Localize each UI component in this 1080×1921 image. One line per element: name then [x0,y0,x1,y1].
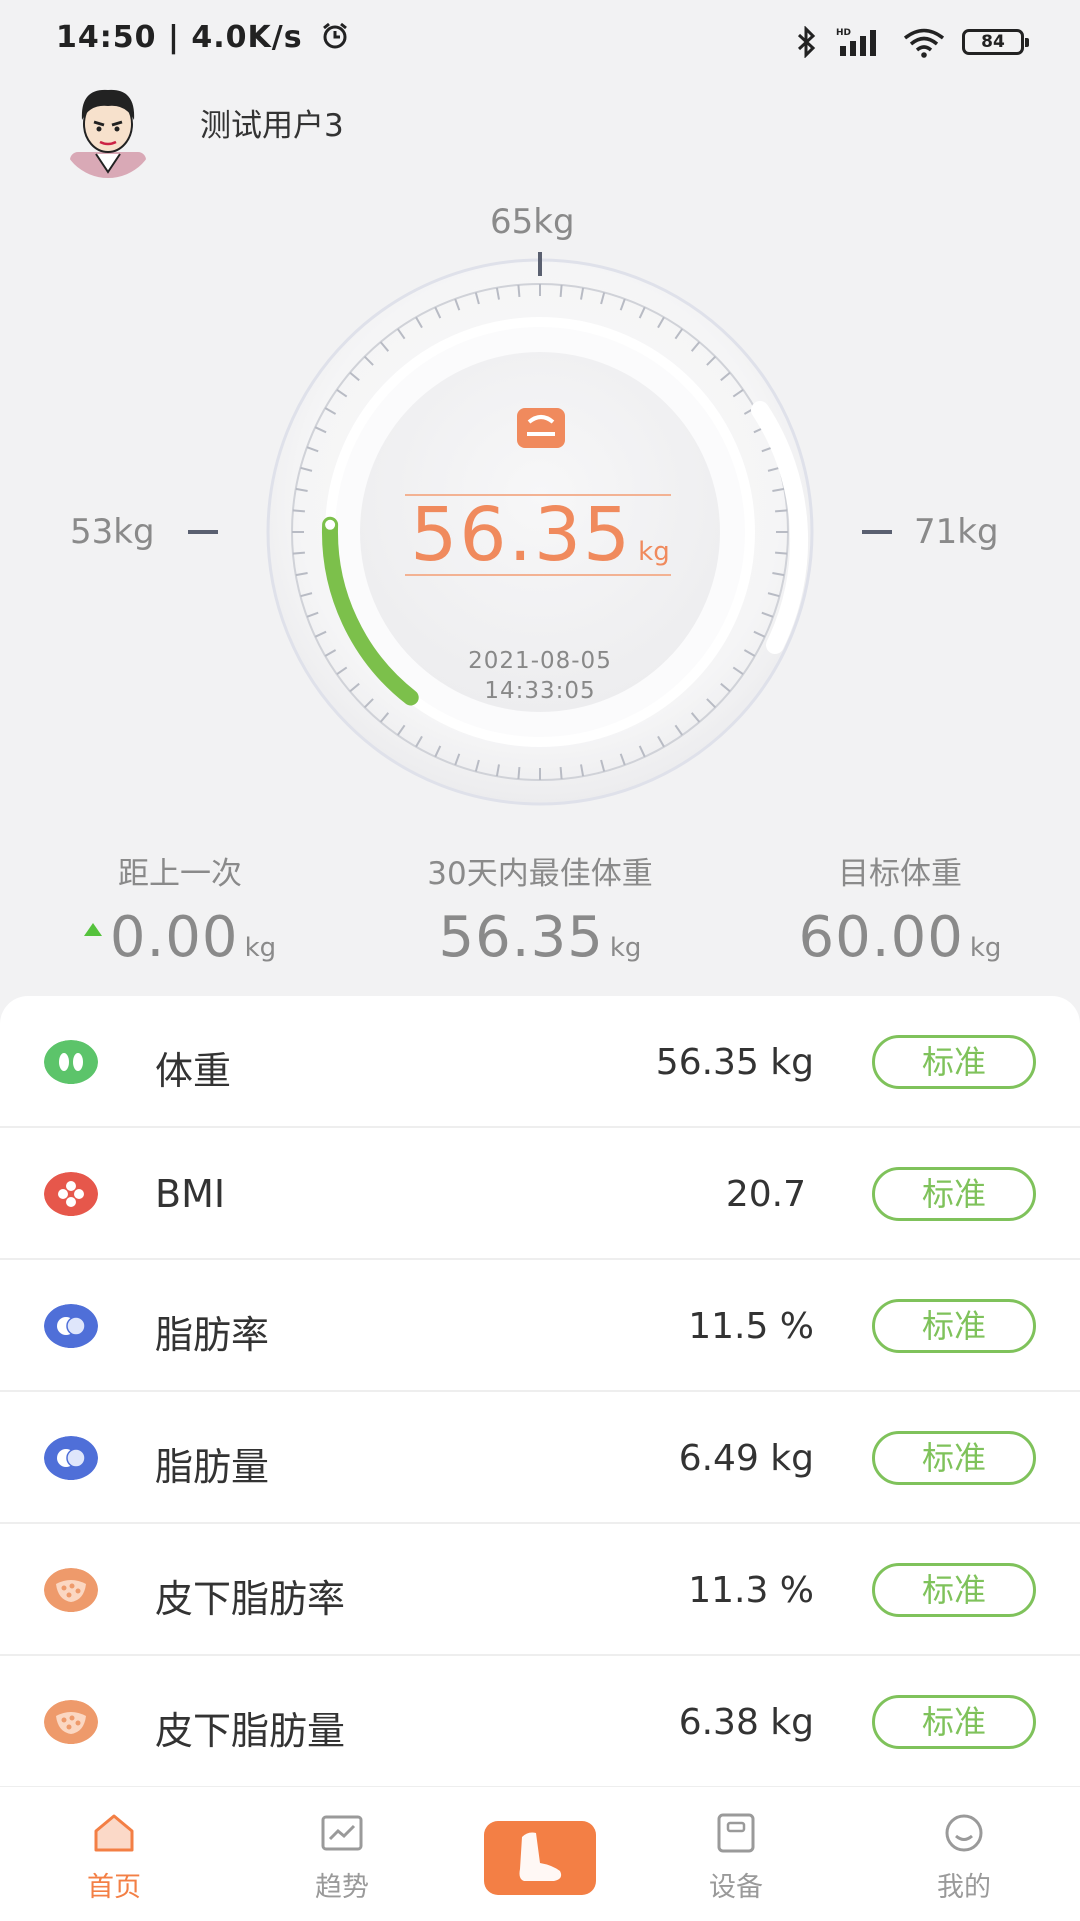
gauge-left-label: 53kg [70,512,155,552]
metric-name: 皮下脂肪率 [155,1577,346,1621]
profile-icon [945,1814,983,1852]
gauge-top-label: 65kg [490,202,575,242]
list-item[interactable]: 脂肪率 11.5 % 标准 [0,1260,1080,1392]
fat-mass-icon [44,1436,98,1480]
dial-tick [292,509,305,513]
status-left: 14:50 | 4.0K/s [56,20,350,55]
dial-tick [559,284,563,297]
nav-profile[interactable]: 我的 [884,1787,1044,1921]
nav-trend[interactable]: 趋势 [262,1787,422,1921]
trend-icon [321,1815,363,1851]
metric-value: 6.49 kg [678,1438,814,1479]
status-badge: 标准 [872,1695,1036,1749]
status-badge: 标准 [872,1299,1036,1353]
list-item[interactable]: 体重 56.35 kg 标准 [0,996,1080,1128]
status-right: HD 84 [796,22,1029,62]
battery-icon: 84 [962,29,1029,55]
alarm-icon [323,22,347,49]
stat-since-last: 距上一次 0.00 kg [40,848,320,970]
metric-name: 皮下脂肪量 [155,1709,346,1753]
metric-name: 脂肪率 [155,1313,270,1357]
measure-button[interactable] [484,1821,596,1895]
bluetooth-icon [797,26,816,58]
weight-stats: 距上一次 0.00 kg 30天内最佳体重 56.35 kg 目标体重 60.00 k… [0,848,1080,978]
subcutaneous-fat-mass-icon [44,1700,98,1744]
weight-divider-bottom [405,574,671,576]
stat-since-last-label: 距上一次 [118,856,242,892]
status-badge: 标准 [872,1431,1036,1485]
nav-profile-label: 我的 [937,1872,991,1903]
foot-scale-icon [519,1832,562,1881]
status-bar: 14:50 | 4.0K/s HD 84 [0,0,1080,84]
list-item[interactable]: 脂肪量 6.49 kg 标准 [0,1392,1080,1524]
stat-target-value: 60.00 kg [798,905,1002,970]
stat-best-30d-value: 56.35 kg [438,905,642,970]
scale-icon [517,408,565,448]
stat-target-label: 目标体重 [838,856,962,892]
device-icon [717,1813,755,1853]
list-item[interactable]: BMI 20.7 标准 [0,1128,1080,1260]
footprint-icon [44,1040,98,1084]
measure-date: 2021-08-05 [468,648,612,674]
current-weight: 56.35 kg [380,492,700,578]
dial-tick [517,767,521,780]
up-trend-icon [83,923,102,936]
subcutaneous-fat-icon [44,1568,98,1612]
dial-tick [292,551,305,555]
current-weight-value: 56.35 [410,492,633,578]
stat-best-30d: 30天内最佳体重 56.35 kg [380,848,700,970]
bmi-icon [44,1172,98,1216]
stat-target[interactable]: 目标体重 60.00 kg [760,848,1040,970]
status-time: 14:50 [56,20,157,55]
nav-home[interactable]: 首页 [34,1787,194,1921]
metric-name: BMI [155,1172,226,1216]
wifi-icon [903,28,945,58]
home-icon [94,1814,134,1852]
metric-value: 11.3 % [688,1570,814,1611]
svg-text:HD: HD [836,28,851,38]
metric-name: 体重 [155,1049,232,1093]
nav-device[interactable]: 设备 [656,1787,816,1921]
metric-value: 6.38 kg [678,1702,814,1743]
nav-home-label: 首页 [87,1872,141,1903]
nav-trend-label: 趋势 [315,1872,369,1903]
metric-name: 脂肪量 [155,1445,270,1489]
weight-progress-knob [325,519,336,530]
avatar[interactable] [60,82,156,178]
status-badge: 标准 [872,1167,1036,1221]
metrics-list: 体重 56.35 kg 标准 BMI 20.7 标准 脂肪率 11.5 % 标准 [0,996,1080,1786]
measure-time: 14:33:05 [484,678,596,704]
dial-tick [775,509,788,513]
user-name: 测试用户3 [200,108,344,144]
metric-value: 20.7 [725,1174,806,1215]
stat-since-last-value: 0.00 kg [40,905,320,970]
status-badge: 标准 [872,1035,1036,1089]
gauge-right-label: 71kg [914,512,999,552]
status-badge: 标准 [872,1563,1036,1617]
dial-tick [559,767,563,780]
fat-rate-icon [44,1304,98,1348]
bottom-nav: 首页 趋势 设备 我的 [0,1786,1080,1921]
stat-best-30d-label: 30天内最佳体重 [427,856,653,892]
status-network-speed: 4.0K/s [191,20,303,55]
metric-value: 56.35 kg [655,1042,814,1083]
current-weight-unit: kg [638,537,670,567]
dial-tick [517,284,521,297]
signal-icon: HD [836,28,876,56]
list-item[interactable]: 皮下脂肪率 11.3 % 标准 [0,1524,1080,1656]
metric-value: 11.5 % [688,1306,814,1347]
dial-tick [775,551,788,555]
user-header[interactable]: 测试用户3 [60,82,460,182]
list-item[interactable]: 皮下脂肪量 6.38 kg 标准 [0,1656,1080,1786]
nav-device-label: 设备 [709,1872,763,1903]
